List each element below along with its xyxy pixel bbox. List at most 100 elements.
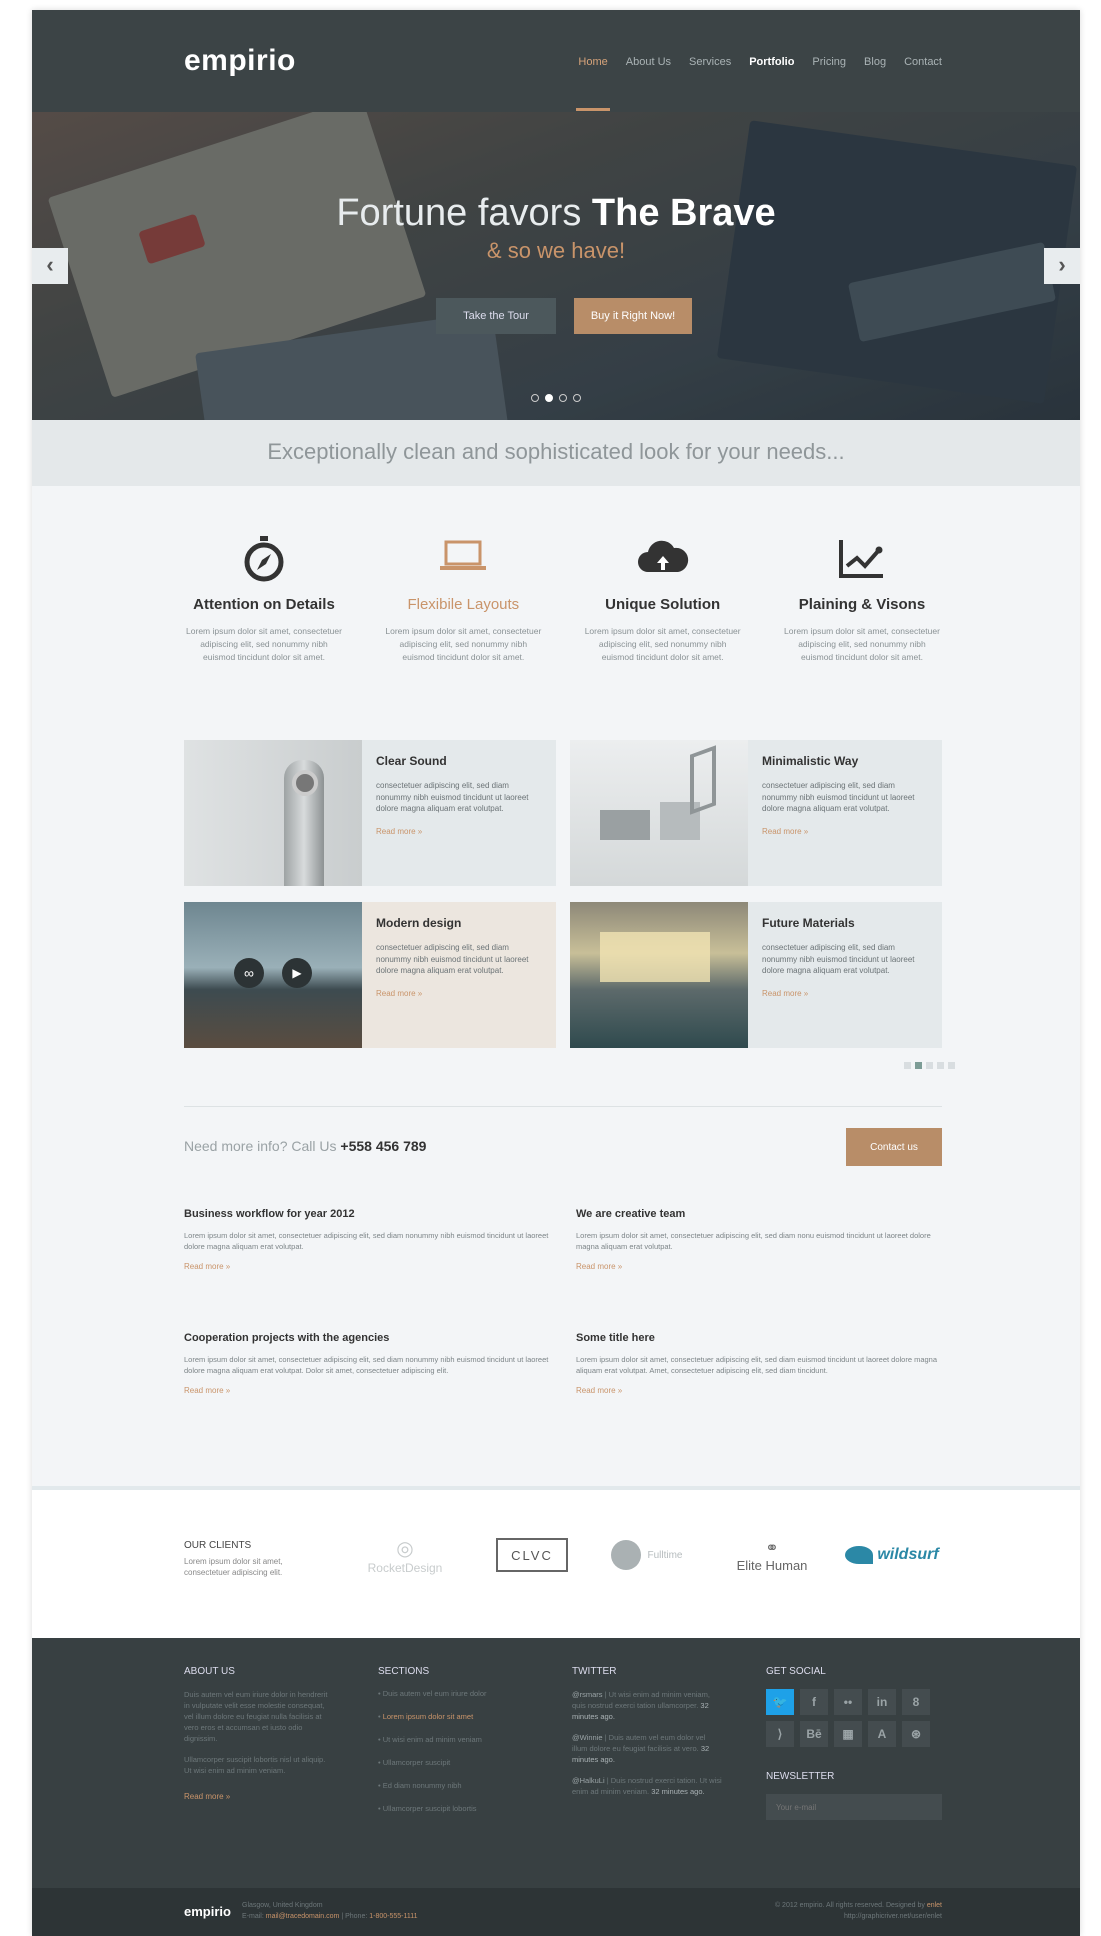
slider-dot-3[interactable] [559,394,567,402]
read-more-link[interactable]: Read more » [762,827,928,836]
skype-icon[interactable]: 8 [902,1689,930,1715]
contact-us-button[interactable]: Contact us [846,1128,942,1166]
nav-services[interactable]: Services [689,56,731,68]
article-title[interactable]: Some title here [576,1332,942,1344]
buy-now-button[interactable]: Buy it Right Now! [574,298,692,334]
portfolio-text: Future Materials consectetuer adipiscing… [748,902,942,1048]
section-link[interactable]: Lorem ipsum dolor sit amet [378,1712,528,1721]
tweet-user[interactable]: @Winnie [572,1733,603,1742]
section-link[interactable]: Ed diam nonummy nibh [378,1781,528,1790]
section-link[interactable]: Ullamcorper suscipit lobortis [378,1804,528,1813]
slider-dot-1[interactable] [531,394,539,402]
phone-label: Phone: [345,1913,368,1920]
email-link[interactable]: mail@tracedomain.com [266,1913,340,1920]
read-more-link[interactable]: Read more » [376,989,542,998]
footer-logo[interactable]: empirio [184,1904,231,1919]
section-link[interactable]: Duis autem vel eum iriure dolor [378,1689,528,1698]
behance-icon[interactable]: Bē [800,1721,828,1747]
chevron-right-icon[interactable]: › [1044,248,1080,284]
twitter-icon[interactable]: 🐦 [766,1689,794,1715]
appstore-icon[interactable]: A [868,1721,896,1747]
page-dot[interactable] [926,1062,933,1069]
portfolio-desc: consectetuer adipiscing elit, sed diam n… [762,943,915,975]
read-more-link[interactable]: Read more » [184,1792,230,1801]
link-icon[interactable]: ∞ [234,958,264,988]
article-item: We are creative team Lorem ipsum dolor s… [576,1208,942,1271]
footer-heading: NEWSLETTER [766,1771,835,1782]
slider-dot-4[interactable] [573,394,581,402]
nav-blog[interactable]: Blog [864,56,886,68]
read-more-link[interactable]: Read more » [376,827,542,836]
tweet-user[interactable]: @rsmars [572,1690,603,1699]
newsletter-email-input[interactable] [766,1794,942,1820]
portfolio-tile[interactable]: Minimalistic Way consectetuer adipiscing… [570,740,942,886]
article-item: Cooperation projects with the agencies L… [184,1332,550,1395]
copyright-text: © 2012 empirio. All rights reserved. Des… [774,1902,925,1909]
client-logo-wildsurf[interactable]: wildsurf [832,1530,952,1580]
designer-link[interactable]: enlet [927,1902,942,1909]
article-item: Business workflow for year 2012 Lorem ip… [184,1208,550,1271]
page-dot[interactable] [948,1062,955,1069]
article-text: Lorem ipsum dolor sit amet, consectetuer… [184,1231,549,1251]
video-icon[interactable]: ▶ [282,958,312,988]
read-more-link[interactable]: Read more » [184,1262,550,1271]
portfolio-text: Clear Sound consectetuer adipiscing elit… [362,740,556,886]
read-more-link[interactable]: Read more » [576,1386,942,1395]
main-nav: Home About Us Services Portfolio Pricing… [576,56,942,111]
facebook-icon[interactable]: f [800,1689,828,1715]
page-dot[interactable] [904,1062,911,1069]
dribbble-icon[interactable]: ⊛ [902,1721,930,1747]
tagline: Exceptionally clean and sophisticated lo… [32,420,1080,486]
social-grid: 🐦 f •• in 8 ⟩ Bē ▦ A ⊛ [766,1689,942,1747]
logo[interactable]: empirio [184,44,296,78]
portfolio-text: Modern design consectetuer adipiscing el… [362,902,556,1048]
line-chart-icon [782,530,942,586]
read-more-link[interactable]: Read more » [762,989,928,998]
section-link[interactable]: Ullamcorper suscipit [378,1758,528,1767]
portfolio-tile[interactable]: Future Materials consectetuer adipiscing… [570,902,942,1048]
client-logo-fulltime[interactable]: Fulltime [602,1530,692,1580]
client-logo-clvc[interactable]: CLVC [496,1538,568,1572]
read-more-link[interactable]: Read more » [184,1386,550,1395]
article-item: Some title here Lorem ipsum dolor sit am… [576,1332,942,1395]
feature-title: Flexibile Layouts [407,596,520,613]
windows-icon[interactable]: ▦ [834,1721,862,1747]
chevron-left-icon[interactable]: ‹ [32,248,68,284]
client-logo-rocketdesign[interactable]: ◎ RocketDesign [350,1530,460,1580]
phone-value: 1-800-555-1111 [369,1913,418,1920]
article-title[interactable]: Business workflow for year 2012 [184,1208,550,1220]
tweet-user[interactable]: @HalkuLi [572,1776,605,1785]
page-dot[interactable] [915,1062,922,1069]
portfolio-desc: consectetuer adipiscing elit, sed diam n… [762,781,915,813]
nav-pricing[interactable]: Pricing [812,56,846,68]
section-link[interactable]: Ut wisi enim ad minim veniam [378,1735,528,1744]
designer-url[interactable]: http://graphicriver.net/user/enlet [844,1913,942,1920]
footer-heading: TWITTER [572,1666,617,1677]
linkedin-icon[interactable]: in [868,1689,896,1715]
hero-slider: Fortune favors The Brave & so we have! T… [32,112,1080,420]
nav-contact[interactable]: Contact [904,56,942,68]
nav-home[interactable]: Home [576,56,611,111]
take-tour-button[interactable]: Take the Tour [436,298,556,334]
read-more-link[interactable]: Read more » [576,1262,942,1271]
address: Glasgow, United Kingdom [242,1902,323,1909]
copyright: © 2012 empirio. All rights reserved. Des… [775,1900,942,1922]
portfolio-tile[interactable]: ∞ ▶ Modern design consectetuer adipiscin… [184,902,556,1048]
feature-text: Lorem ipsum dolor sit amet, consectetuer… [186,626,342,662]
slider-dot-2[interactable] [545,394,553,402]
sections-list: Duis autem vel eum iriure dolor Lorem ip… [378,1689,528,1813]
page-dot[interactable] [937,1062,944,1069]
tweet: @HalkuLi | Duis nostrud exerci tation. U… [572,1776,722,1796]
rss-icon[interactable]: ⟩ [766,1721,794,1747]
portfolio-tile[interactable]: Clear Sound consectetuer adipiscing elit… [184,740,556,886]
feature-item: Flexibile Layouts Lorem ipsum dolor sit … [383,530,543,664]
portfolio-desc: consectetuer adipiscing elit, sed diam n… [376,781,529,813]
nav-portfolio[interactable]: Portfolio [749,56,794,68]
nav-about[interactable]: About Us [626,56,671,68]
client-logo-elitehuman[interactable]: ⚭ Elite Human [722,1530,822,1580]
client-logo-text: CLVC [511,1547,553,1563]
article-title[interactable]: Cooperation projects with the agencies [184,1332,550,1344]
article-title[interactable]: We are creative team [576,1208,942,1220]
flickr-icon[interactable]: •• [834,1689,862,1715]
feature-item: Attention on Details Lorem ipsum dolor s… [184,530,344,664]
